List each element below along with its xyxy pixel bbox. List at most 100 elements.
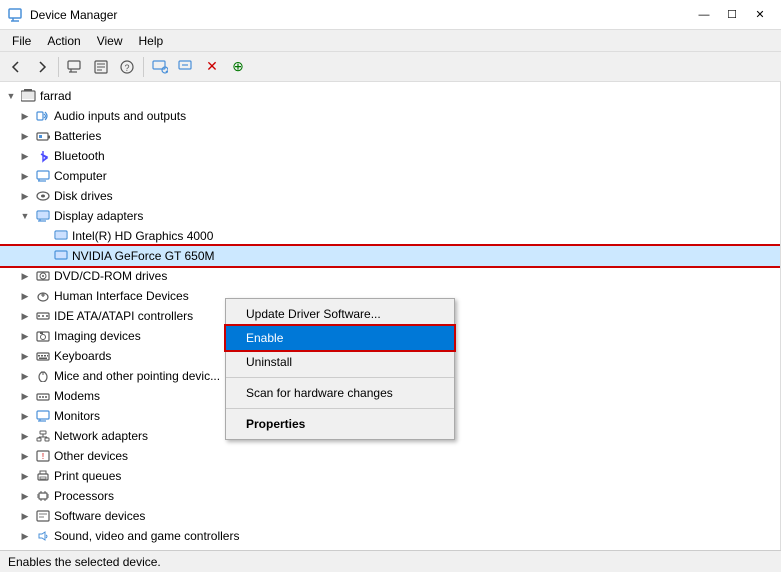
- close-button[interactable]: ✕: [747, 5, 773, 25]
- tree-item-display[interactable]: ▼ Display adapters: [0, 206, 780, 226]
- hid-icon: [35, 288, 51, 304]
- ctx-scan[interactable]: Scan for hardware changes: [226, 381, 454, 405]
- tree-item-bluetooth[interactable]: ▶ Bluetooth: [0, 146, 780, 166]
- audio-label: Audio inputs and outputs: [54, 109, 186, 123]
- nvidia-icon: [53, 248, 69, 264]
- expand-network[interactable]: ▶: [18, 429, 32, 443]
- expand-other[interactable]: ▶: [18, 449, 32, 463]
- keyboards-icon: [35, 348, 51, 364]
- batteries-label: Batteries: [54, 129, 101, 143]
- toolbar-add[interactable]: ⊕: [226, 55, 250, 79]
- ctx-update-driver[interactable]: Update Driver Software...: [226, 302, 454, 326]
- device-tree[interactable]: ▼ farrad ▶ Audio inputs and outputs: [0, 82, 781, 550]
- app-icon: [8, 7, 24, 23]
- batteries-icon: [35, 128, 51, 144]
- toolbar-computer[interactable]: [63, 55, 87, 79]
- root-label: farrad: [40, 89, 71, 103]
- mice-icon: [35, 368, 51, 384]
- svg-text:?: ?: [124, 63, 129, 73]
- storage-label: Storage controllers: [54, 549, 155, 550]
- expand-software[interactable]: ▶: [18, 509, 32, 523]
- menu-help[interactable]: Help: [131, 32, 172, 50]
- toolbar-delete[interactable]: ✕: [200, 55, 224, 79]
- disk-label: Disk drives: [54, 189, 113, 203]
- expand-processors[interactable]: ▶: [18, 489, 32, 503]
- toolbar-properties[interactable]: [89, 55, 113, 79]
- tree-item-nvidia[interactable]: ▶ NVIDIA GeForce GT 650M: [0, 246, 780, 266]
- expand-hid[interactable]: ▶: [18, 289, 32, 303]
- tree-item-dvd[interactable]: ▶ DVD/CD-ROM drives: [0, 266, 780, 286]
- svg-text:!: !: [42, 452, 44, 461]
- intel-label: Intel(R) HD Graphics 4000: [72, 229, 213, 243]
- tree-item-sound[interactable]: ▶ Sound, video and game controllers: [0, 526, 780, 546]
- main-content: ▼ farrad ▶ Audio inputs and outputs: [0, 82, 781, 550]
- intel-icon: [53, 228, 69, 244]
- tree-item-disk[interactable]: ▶ Disk drives: [0, 186, 780, 206]
- expand-imaging[interactable]: ▶: [18, 329, 32, 343]
- expand-disk[interactable]: ▶: [18, 189, 32, 203]
- imaging-label: Imaging devices: [54, 329, 141, 343]
- display-label: Display adapters: [54, 209, 143, 223]
- processors-label: Processors: [54, 489, 114, 503]
- menu-action[interactable]: Action: [39, 32, 88, 50]
- expand-dvd[interactable]: ▶: [18, 269, 32, 283]
- display-icon: [35, 208, 51, 224]
- network-icon: [35, 428, 51, 444]
- tree-item-batteries[interactable]: ▶ Batteries: [0, 126, 780, 146]
- menu-view[interactable]: View: [89, 32, 131, 50]
- expand-mice[interactable]: ▶: [18, 369, 32, 383]
- tree-item-processors[interactable]: ▶ Processors: [0, 486, 780, 506]
- imaging-icon: [35, 328, 51, 344]
- expand-keyboards[interactable]: ▶: [18, 349, 32, 363]
- ctx-properties[interactable]: Properties: [226, 412, 454, 436]
- software-icon: [35, 508, 51, 524]
- expand-modems[interactable]: ▶: [18, 389, 32, 403]
- expand-root[interactable]: ▼: [4, 89, 18, 103]
- menu-file[interactable]: File: [4, 32, 39, 50]
- expand-audio[interactable]: ▶: [18, 109, 32, 123]
- maximize-button[interactable]: ☐: [719, 5, 745, 25]
- toolbar-scan[interactable]: [148, 55, 172, 79]
- window-title: Device Manager: [30, 8, 691, 22]
- status-bar: Enables the selected device.: [0, 550, 781, 572]
- tree-root[interactable]: ▼ farrad: [0, 86, 780, 106]
- tree-item-computer[interactable]: ▶ Computer: [0, 166, 780, 186]
- monitors-label: Monitors: [54, 409, 100, 423]
- tree-item-software[interactable]: ▶ Software devices: [0, 506, 780, 526]
- toolbar-back[interactable]: [4, 55, 28, 79]
- tree-item-other[interactable]: ▶ ! Other devices: [0, 446, 780, 466]
- toolbar-forward[interactable]: [30, 55, 54, 79]
- expand-batteries[interactable]: ▶: [18, 129, 32, 143]
- expand-monitors[interactable]: ▶: [18, 409, 32, 423]
- toolbar-sep-2: [143, 57, 144, 77]
- expand-bluetooth[interactable]: ▶: [18, 149, 32, 163]
- other-label: Other devices: [54, 449, 128, 463]
- expand-sound[interactable]: ▶: [18, 529, 32, 543]
- ctx-enable[interactable]: Enable: [226, 326, 454, 350]
- status-text: Enables the selected device.: [8, 555, 161, 569]
- expand-computer[interactable]: ▶: [18, 169, 32, 183]
- sound-label: Sound, video and game controllers: [54, 529, 239, 543]
- storage-icon: [35, 548, 51, 550]
- toolbar-update[interactable]: [174, 55, 198, 79]
- expand-print[interactable]: ▶: [18, 469, 32, 483]
- tree-item-storage[interactable]: ▶ Storage controllers: [0, 546, 780, 550]
- toolbar-help[interactable]: ?: [115, 55, 139, 79]
- expand-display[interactable]: ▼: [18, 209, 32, 223]
- ide-icon: [35, 308, 51, 324]
- toolbar: ? ✕ ⊕: [0, 52, 781, 82]
- expand-ide[interactable]: ▶: [18, 309, 32, 323]
- nvidia-label: NVIDIA GeForce GT 650M: [72, 249, 215, 263]
- context-menu: Update Driver Software... Enable Uninsta…: [225, 298, 455, 440]
- window-controls: — ☐ ✕: [691, 5, 773, 25]
- tree-item-intel[interactable]: ▶ Intel(R) HD Graphics 4000: [0, 226, 780, 246]
- expand-storage[interactable]: ▶: [18, 549, 32, 550]
- tree-item-print[interactable]: ▶ Print queues: [0, 466, 780, 486]
- tree-item-audio[interactable]: ▶ Audio inputs and outputs: [0, 106, 780, 126]
- modems-icon: [35, 388, 51, 404]
- software-label: Software devices: [54, 509, 145, 523]
- modems-label: Modems: [54, 389, 100, 403]
- ctx-uninstall[interactable]: Uninstall: [226, 350, 454, 374]
- minimize-button[interactable]: —: [691, 5, 717, 25]
- processors-icon: [35, 488, 51, 504]
